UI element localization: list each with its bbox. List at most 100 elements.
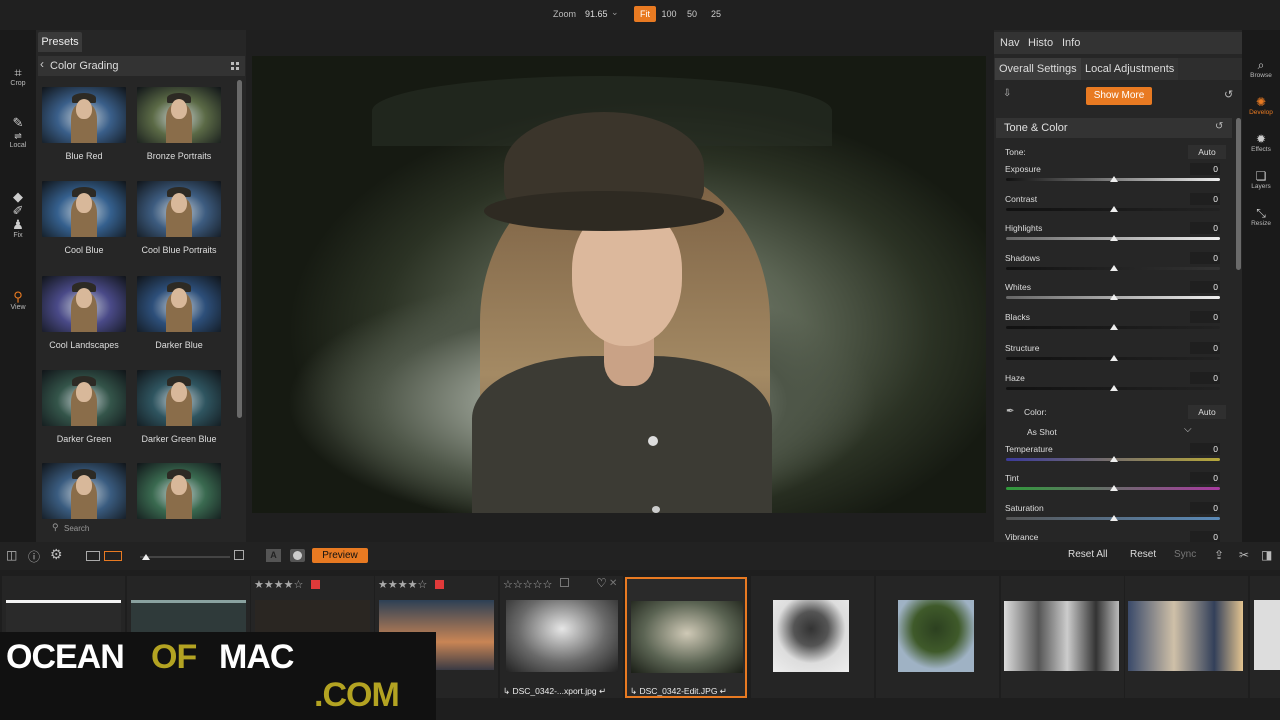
slider-value[interactable]: 0 <box>1190 502 1220 514</box>
tab-local-adjustments[interactable]: Local Adjustments <box>1081 58 1179 80</box>
film-cell[interactable] <box>1001 576 1124 698</box>
slider-knob[interactable] <box>1110 324 1118 330</box>
slider-value[interactable]: 0 <box>1190 163 1220 175</box>
tool-local[interactable]: ✎ ⇌ Local <box>0 116 36 150</box>
zoom-value[interactable]: 91.65 <box>585 9 608 19</box>
import-icon[interactable]: ⇩ <box>1003 88 1011 99</box>
preset-item[interactable]: Cool Landscapes <box>38 273 130 363</box>
color-auto-button[interactable]: Auto <box>1188 405 1226 419</box>
thumbnail-size-slider[interactable] <box>140 556 230 558</box>
tab-nav[interactable]: Nav <box>1000 32 1020 54</box>
module-browse[interactable]: ⌕ Browse <box>1242 58 1280 79</box>
panel-toggle-icon[interactable]: ◫ <box>6 548 17 562</box>
slider-knob[interactable] <box>1110 265 1118 271</box>
gear-icon[interactable]: ⚙ <box>50 546 63 563</box>
sync-button[interactable]: Sync <box>1174 549 1196 560</box>
film-cell[interactable] <box>1250 576 1280 698</box>
red-label-icon[interactable] <box>311 580 320 589</box>
slider-knob[interactable] <box>1110 515 1118 521</box>
presets-search-input[interactable]: Search <box>64 524 89 533</box>
preset-item[interactable]: Cool Blue <box>38 178 130 268</box>
slider-value[interactable]: 0 <box>1190 342 1220 354</box>
white-balance-select[interactable]: As Shot <box>1027 427 1057 437</box>
red-label-icon[interactable] <box>435 580 444 589</box>
film-cell[interactable] <box>500 576 623 698</box>
module-layers[interactable]: ❏ Layers <box>1242 169 1280 190</box>
slider-knob[interactable] <box>1110 206 1118 212</box>
tool-fix[interactable]: ◆ ✐ ♟ Fix <box>0 190 36 240</box>
slider-value[interactable]: 0 <box>1190 443 1220 455</box>
thumbnail-size-knob[interactable] <box>142 554 150 560</box>
tab-overall-settings[interactable]: Overall Settings <box>995 58 1081 80</box>
film-cell-selected[interactable] <box>625 577 747 698</box>
tool-view[interactable]: ⚲ View <box>0 290 36 312</box>
film-cell[interactable] <box>1125 576 1248 698</box>
help-icon[interactable]: ⓘ <box>28 548 40 565</box>
tab-info[interactable]: Info <box>1062 32 1080 54</box>
film-cell[interactable] <box>876 576 999 698</box>
show-more-button[interactable]: Show More <box>1086 87 1152 105</box>
slider-knob[interactable] <box>1110 485 1118 491</box>
film-cell[interactable] <box>751 576 874 698</box>
reset-button[interactable]: Reset <box>1130 549 1156 560</box>
slider-knob[interactable] <box>1110 456 1118 462</box>
preset-item[interactable]: Darker Green Blue <box>133 367 225 457</box>
module-develop[interactable]: ✺ Develop <box>1242 95 1280 116</box>
chevron-down-icon[interactable]: ⌵ <box>1184 424 1192 435</box>
preview-button[interactable]: Preview <box>312 548 368 563</box>
auto-button[interactable]: A <box>266 549 281 562</box>
preset-item[interactable] <box>38 460 130 519</box>
preset-item[interactable]: Bronze Portraits <box>133 84 225 174</box>
preset-item[interactable]: Blue Red <box>38 84 130 174</box>
filmstrip-view-icon[interactable] <box>104 551 122 561</box>
chevron-left-icon[interactable]: ‹ <box>40 57 44 71</box>
compare-icon[interactable]: ✂ <box>1239 548 1249 562</box>
large-thumb-icon[interactable] <box>234 550 244 560</box>
tone-auto-button[interactable]: Auto <box>1188 145 1226 159</box>
zoom-100-button[interactable]: 100 <box>659 6 679 22</box>
star-rating[interactable]: ★★★★☆ <box>254 578 303 591</box>
preset-item[interactable]: Darker Blue <box>133 273 225 363</box>
preset-item[interactable]: Cool Blue Portraits <box>133 178 225 268</box>
slider-value[interactable]: 0 <box>1190 252 1220 264</box>
zoom-fit-button[interactable]: Fit <box>634 6 656 22</box>
slider-knob[interactable] <box>1110 235 1118 241</box>
tone-color-header[interactable]: Tone & Color <box>996 118 1232 138</box>
star-rating[interactable]: ★★★★☆ <box>378 578 427 591</box>
slider-value[interactable]: 0 <box>1190 222 1220 234</box>
reset-all-button[interactable]: Reset All <box>1068 549 1107 560</box>
chevron-down-icon[interactable]: ⌄ <box>611 7 619 18</box>
slider-value[interactable]: 0 <box>1190 472 1220 484</box>
preset-category-header[interactable]: Color Grading <box>38 56 245 76</box>
reset-icon[interactable]: ↺ <box>1224 88 1233 101</box>
slider-knob[interactable] <box>1110 355 1118 361</box>
zoom-50-button[interactable]: 50 <box>684 6 700 22</box>
mask-toggle-icon[interactable] <box>290 549 305 562</box>
heart-icon[interactable]: ♡ <box>596 576 607 590</box>
preset-item[interactable] <box>133 460 225 519</box>
single-view-icon[interactable] <box>86 551 100 561</box>
tool-crop[interactable]: ⌗ Crop <box>0 66 36 88</box>
presets-scrollbar[interactable] <box>237 80 242 418</box>
develop-panel-scrollbar[interactable] <box>1236 118 1241 270</box>
module-effects[interactable]: ✹ Effects <box>1242 132 1280 153</box>
main-photo[interactable] <box>252 56 986 513</box>
reject-icon[interactable]: ✕ <box>609 578 617 589</box>
preset-item[interactable]: Darker Green <box>38 367 130 457</box>
slider-value[interactable]: 0 <box>1190 372 1220 384</box>
share-icon[interactable]: ⇪ <box>1214 548 1224 562</box>
panel-right-toggle-icon[interactable]: ◨ <box>1261 548 1272 562</box>
slider-value[interactable]: 0 <box>1190 311 1220 323</box>
module-resize[interactable]: ⤡ Resize <box>1242 206 1280 227</box>
slider-knob[interactable] <box>1110 176 1118 182</box>
grid-view-icon[interactable] <box>231 62 239 70</box>
slider-value[interactable]: 0 <box>1190 193 1220 205</box>
slider-value[interactable]: 0 <box>1190 281 1220 293</box>
zoom-25-button[interactable]: 25 <box>708 6 724 22</box>
color-label-icon[interactable] <box>560 578 569 587</box>
star-rating[interactable]: ☆☆☆☆☆ <box>503 578 552 591</box>
tab-histo[interactable]: Histo <box>1028 32 1053 54</box>
presets-tab[interactable]: Presets <box>38 32 82 52</box>
reset-icon[interactable]: ↺ <box>1215 121 1223 132</box>
eyedropper-icon[interactable]: ✒ <box>1006 406 1014 417</box>
